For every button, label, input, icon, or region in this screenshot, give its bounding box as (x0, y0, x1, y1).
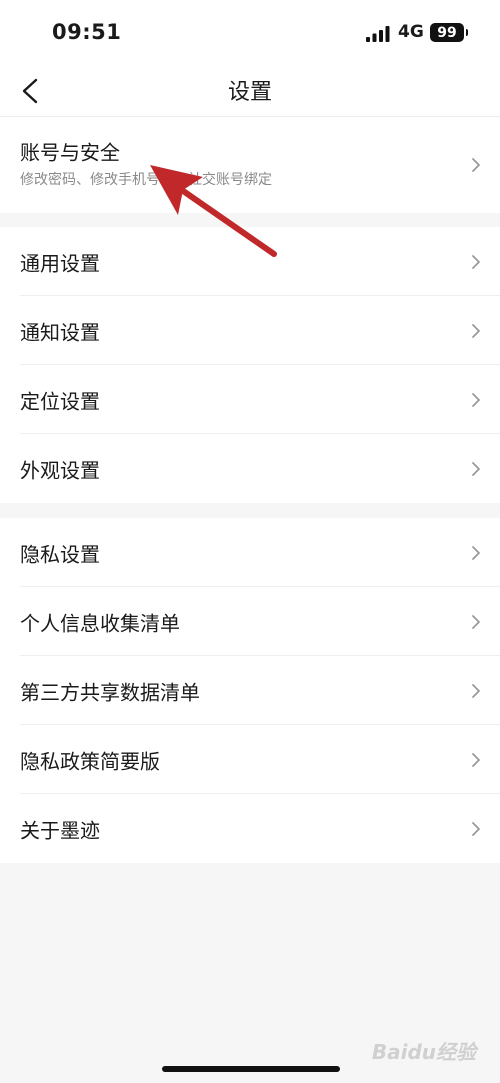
settings-item-third-party-data-list[interactable]: 第三方共享数据清单 (0, 656, 500, 725)
home-indicator[interactable] (162, 1066, 340, 1072)
account-security-label: 账号与安全 (20, 140, 120, 165)
settings-item-label: 第三方共享数据清单 (20, 680, 200, 704)
battery-icon: 99 (430, 23, 468, 42)
settings-item-label: 外观设置 (20, 458, 100, 482)
settings-item-label: 关于墨迹 (20, 818, 100, 842)
settings-item-personal-info-list[interactable]: 个人信息收集清单 (0, 587, 500, 656)
status-time: 09:51 (52, 20, 122, 44)
battery-level: 99 (437, 24, 457, 41)
nav-bar: 设置 (0, 66, 500, 117)
chevron-right-icon (472, 821, 480, 836)
settings-item-label: 定位设置 (20, 389, 100, 413)
settings-item-general[interactable]: 通用设置 (0, 227, 500, 296)
chevron-right-icon (472, 683, 480, 698)
page-title: 设置 (227, 80, 272, 105)
privacy-settings-group: 隐私设置 个人信息收集清单 第三方共享数据清单 隐私政策简要版 关于墨迹 (0, 518, 500, 863)
general-settings-group: 通用设置 通知设置 定位设置 外观设置 (0, 227, 500, 503)
settings-item-privacy[interactable]: 隐私设置 (0, 518, 500, 587)
cellular-signal-icon (366, 26, 390, 42)
status-bar: 09:51 4G 99 (0, 0, 500, 66)
network-type: 4G (398, 22, 424, 42)
account-security-subtitle: 修改密码、修改手机号码、社交账号绑定 (20, 172, 272, 188)
settings-item-label: 隐私政策简要版 (20, 749, 160, 773)
account-security-item[interactable]: 账号与安全 修改密码、修改手机号码、社交账号绑定 (0, 117, 500, 213)
chevron-right-icon (472, 392, 480, 407)
chevron-right-icon (472, 323, 480, 338)
settings-item-label: 通用设置 (20, 251, 100, 275)
account-group: 账号与安全 修改密码、修改手机号码、社交账号绑定 (0, 117, 500, 213)
chevron-right-icon (472, 158, 480, 172)
chevron-right-icon (472, 752, 480, 767)
chevron-right-icon (472, 254, 480, 269)
settings-item-appearance[interactable]: 外观设置 (0, 434, 500, 503)
chevron-right-icon (472, 545, 480, 560)
watermark: Baidu经验 (371, 1040, 476, 1064)
settings-item-location[interactable]: 定位设置 (0, 365, 500, 434)
settings-item-privacy-policy-summary[interactable]: 隐私政策简要版 (0, 725, 500, 794)
chevron-right-icon (472, 461, 480, 476)
settings-item-label: 通知设置 (20, 320, 100, 344)
settings-item-notifications[interactable]: 通知设置 (0, 296, 500, 365)
settings-item-about[interactable]: 关于墨迹 (0, 794, 500, 863)
settings-item-label: 隐私设置 (20, 542, 100, 566)
settings-item-label: 个人信息收集清单 (20, 611, 180, 635)
chevron-right-icon (472, 614, 480, 629)
